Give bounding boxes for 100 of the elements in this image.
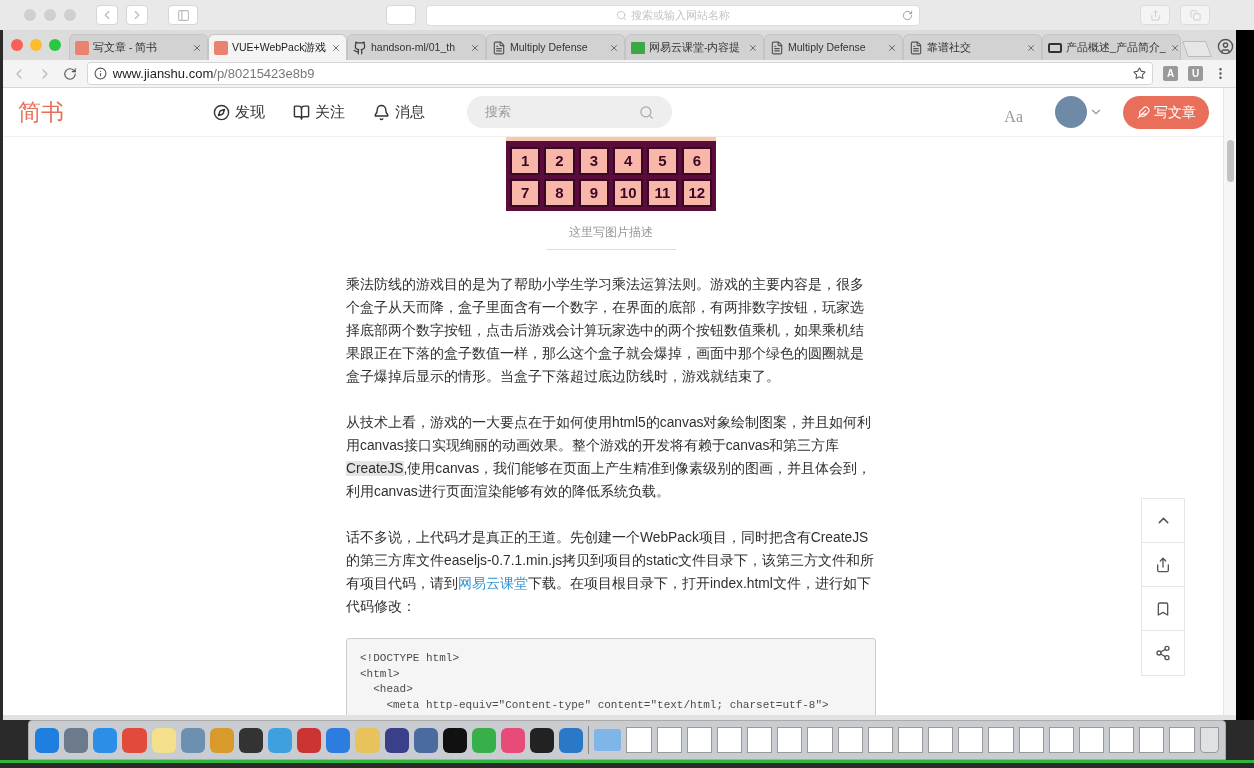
window-thumbnail-icon[interactable] (747, 727, 773, 753)
search-icon (616, 9, 627, 21)
number-tile: 3 (578, 147, 609, 175)
tabs-icon (1189, 9, 1201, 21)
window-thumbnail-icon[interactable] (807, 727, 833, 753)
close-icon[interactable] (192, 42, 202, 53)
window-thumbnail-icon[interactable] (988, 727, 1014, 753)
app-icon[interactable] (238, 727, 263, 753)
article-paragraph: 从技术上看，游戏的一大要点在于如何使用html5的canvas对象绘制图案，并且如何利用canvas接口实现绚丽的动画效果。整个游戏的开发将有赖于canvas和第三方库 CreateJS,使用canvas，我们能够在页面上产生精准到像素级别的图画，并且体会到，利用canvas进行页面渲染能够有效的降低系统负载。 (346, 414, 873, 501)
article-paragraph: 话不多说，上代码才是真正的王道。先创建一个WebPack项目，同时把含有CreateJS的第三方库文件easeljs-0.7.1.min.js拷贝到项目的static文件目录下，该第三方文件和所有项目代码，请到网易云课堂下载。在项目根目录下，打开index.html文件，进行如下代码修改： (346, 529, 876, 616)
avatar-icon[interactable] (1055, 96, 1087, 128)
window-thumbnail-icon[interactable] (1139, 727, 1165, 753)
number-tile: 6 (681, 147, 712, 175)
app-icon[interactable] (442, 727, 467, 753)
forward-button[interactable] (126, 5, 148, 25)
tab-title: 网易云课堂-内容提 (649, 39, 742, 55)
tab-title: VUE+WebPack游戏 (232, 39, 327, 55)
app-icon[interactable] (384, 727, 409, 753)
info-icon (93, 67, 107, 80)
url-text: www.jianshu.com/p/80215423e8b9 (112, 64, 315, 83)
window-thumbnail-icon[interactable] (626, 727, 652, 753)
window-thumbnail-icon[interactable] (928, 727, 954, 753)
maximize-window-icon[interactable] (49, 39, 61, 51)
search-placeholder: 搜索 (485, 103, 512, 122)
back-button[interactable] (96, 5, 118, 25)
feather-icon (1136, 105, 1150, 119)
github-icon (353, 40, 367, 55)
star-icon[interactable] (1133, 67, 1147, 80)
number-tile: 11 (647, 179, 678, 207)
close-icon[interactable] (470, 42, 480, 53)
document-icon (770, 40, 784, 55)
window-thumbnail-icon[interactable] (897, 727, 924, 753)
window-thumbnail-icon[interactable] (958, 727, 984, 753)
trash-icon[interactable] (1199, 727, 1219, 753)
monitor-icon (631, 41, 645, 54)
close-window-icon[interactable] (11, 39, 23, 51)
scrollbar-thumb[interactable] (1226, 140, 1234, 182)
browser-tab[interactable]: handson-ml/01_th (347, 34, 486, 60)
jianshu-logo-icon (75, 40, 89, 55)
browser-tab[interactable]: 靠谱社交 (903, 34, 1042, 60)
number-tile: 12 (681, 179, 712, 207)
search-icon[interactable] (639, 104, 654, 120)
document-icon (909, 40, 923, 55)
address-field[interactable]: www.jianshu.com/p/80215423e8b9 (86, 62, 1154, 85)
reload-icon[interactable] (62, 66, 77, 81)
browser-tab[interactable]: 网易云课堂-内容提 (625, 34, 764, 60)
nav-link[interactable]: 关注 (293, 100, 345, 124)
close-icon[interactable] (1169, 42, 1180, 53)
tab-title: 靠谱社交 (927, 39, 972, 55)
window-thumbnail-icon[interactable] (656, 727, 682, 753)
nav-link[interactable]: 发现 (213, 100, 265, 124)
jianshu-logo-icon (214, 40, 228, 55)
window-thumbnail-icon[interactable] (1078, 727, 1105, 753)
tab-title: 写文章 - 简书 (93, 39, 159, 55)
number-tile: 8 (544, 179, 575, 207)
tab-title: handson-ml/01_th (371, 39, 457, 55)
window-thumbnail-icon[interactable] (837, 727, 863, 753)
book-icon (293, 103, 310, 121)
number-tile: 4 (613, 147, 644, 175)
window-thumbnail-icon[interactable] (1109, 727, 1135, 753)
share-network-icon (1155, 645, 1171, 661)
window-thumbnail-icon[interactable] (777, 727, 803, 753)
profile-icon[interactable] (1217, 38, 1234, 55)
window-thumbnail-icon[interactable] (1018, 727, 1044, 753)
close-icon[interactable] (331, 42, 341, 53)
window-thumbnail-icon[interactable] (716, 727, 743, 753)
code-block: <!DOCTYPE html> <html> <head> <meta http-equiv="Content-type" content="text/html; charset=utf-8"> (346, 638, 876, 715)
nav-link[interactable]: 消息 (373, 100, 425, 124)
compass-icon (213, 103, 230, 121)
browser-tab[interactable]: 产品概述_产品简介_ (1042, 34, 1181, 60)
number-tile: 2 (544, 147, 575, 175)
browser-tab[interactable]: Multiply Defense (486, 34, 625, 60)
app-icon[interactable] (530, 727, 555, 753)
window-thumbnail-icon[interactable] (1048, 727, 1074, 753)
close-icon[interactable] (887, 42, 897, 53)
window-thumbnail-icon[interactable] (686, 727, 712, 753)
close-icon[interactable] (748, 42, 758, 53)
window-thumbnail-icon[interactable] (867, 727, 893, 753)
bookmark-icon (1155, 600, 1171, 617)
new-tab-icon[interactable] (1182, 41, 1212, 57)
browser-tab[interactable]: Multiply Defense (764, 34, 903, 60)
close-icon[interactable] (609, 42, 619, 53)
close-icon[interactable] (1026, 42, 1036, 53)
number-tile: 7 (510, 179, 541, 207)
browser-tab[interactable]: 写文章 - 简书 (69, 34, 208, 60)
number-tile: 10 (613, 179, 644, 207)
number-tile: 9 (578, 179, 609, 207)
window-thumbnail-icon[interactable] (1169, 727, 1195, 753)
image-caption: 这里写图片描述 (569, 224, 653, 241)
sidebar-icon (176, 8, 190, 22)
document-icon (492, 40, 506, 55)
number-tile: 1 (510, 147, 541, 175)
browser-tab[interactable]: VUE+WebPack游戏 (208, 34, 347, 60)
course-link[interactable]: 网易云课堂 (458, 576, 528, 591)
tab-title: Multiply Defense (510, 39, 589, 55)
share-icon (1155, 556, 1171, 573)
tab-title: Multiply Defense (788, 39, 867, 55)
share-icon (1149, 9, 1161, 21)
sidebar-button[interactable] (168, 5, 198, 25)
tab-title: 产品概述_产品简介_ (1066, 39, 1166, 55)
